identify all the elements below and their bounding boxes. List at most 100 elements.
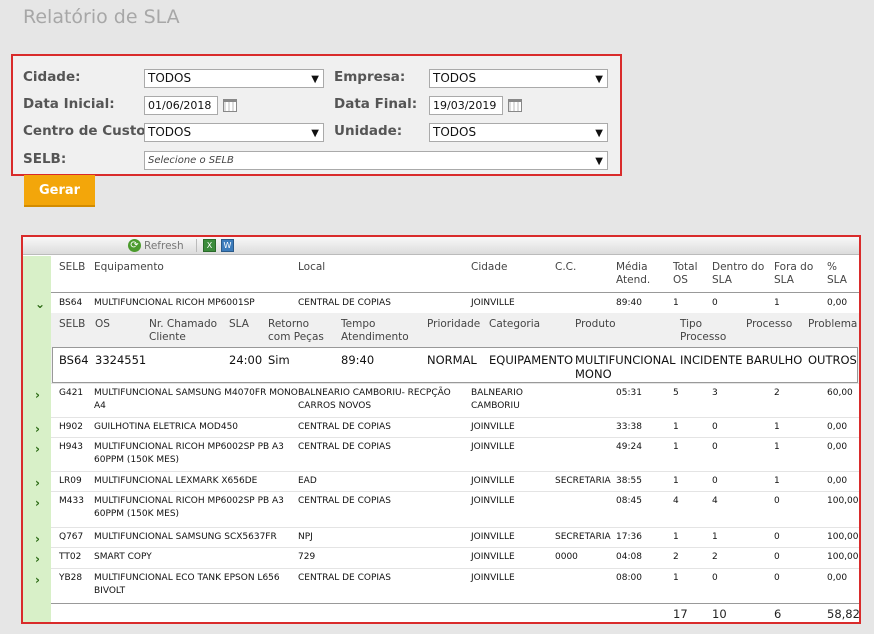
row-total: 5	[673, 388, 679, 398]
row-cidade-line: JOINVILLE	[471, 476, 515, 486]
sub-col-processo[interactable]: Processo	[746, 318, 792, 331]
export-word-icon[interactable]: W	[221, 239, 234, 252]
centro-custo-select[interactable]: TODOS ▼	[144, 123, 324, 142]
row-media: 38:55	[616, 476, 642, 486]
sub-produto-line1: MULTIFUNCIONAL	[575, 353, 676, 367]
expand-chevron-icon[interactable]: ›	[35, 476, 40, 490]
cidade-select[interactable]: TODOS ▼	[144, 69, 324, 88]
grid-toolbar: ⟳ Refresh X W	[23, 237, 859, 255]
row-selb: H943	[59, 442, 83, 452]
row-local: 729	[298, 551, 315, 564]
row-local-line: CENTRAL DE COPIAS	[298, 496, 391, 506]
col-equipamento[interactable]: Equipamento	[94, 261, 164, 274]
row-equipamento: MULTIFUNCIONAL SAMSUNG M4070FR MONO A4	[94, 387, 298, 413]
expand-chevron-icon[interactable]: ›	[35, 442, 40, 456]
calendar-icon[interactable]	[223, 99, 237, 112]
col-media[interactable]: Média Atend.	[616, 261, 650, 287]
row-total: 1	[673, 476, 679, 486]
expand-chevron-icon[interactable]: ›	[35, 496, 40, 510]
row-dentro: 4	[712, 496, 718, 506]
row-local-line: CENTRAL DE COPIAS	[298, 422, 391, 432]
row-equipamento: GUILHOTINA ELETRICA MOD450	[94, 421, 238, 434]
export-excel-icon[interactable]: X	[203, 239, 216, 252]
col-dentro[interactable]: Dentro do SLA	[712, 261, 764, 287]
sub-col-chamado-line1: Nr. Chamado	[149, 318, 218, 330]
sub-col-os[interactable]: OS	[95, 318, 110, 331]
col-media-line1: Média	[616, 261, 648, 273]
row-divider	[51, 471, 859, 472]
row-cidade-line: JOINVILLE	[471, 496, 515, 506]
expand-column	[23, 256, 51, 622]
centro-custo-label: Centro de Custo:	[23, 123, 151, 139]
refresh-icon: ⟳	[128, 239, 141, 252]
calendar-icon[interactable]	[508, 99, 522, 112]
row-media: 08:00	[616, 573, 642, 583]
centro-custo-value: TODOS	[148, 125, 192, 139]
row-equipamento: MULTIFUNCIONAL ECO TANK EPSON L656 BIVOLT	[94, 572, 280, 598]
refresh-button[interactable]: ⟳ Refresh	[128, 239, 184, 252]
sub-col-retorno[interactable]: Retorno com Peças	[268, 318, 324, 344]
row-pct: 0,00	[827, 476, 848, 486]
row-local-line: CARROS NOVOS	[298, 401, 372, 411]
row-cidade: JOINVILLE	[471, 298, 515, 308]
expand-chevron-icon[interactable]: ›	[35, 388, 40, 402]
sub-col-selb[interactable]: SELB	[59, 318, 85, 331]
col-cidade[interactable]: Cidade	[471, 261, 507, 274]
expand-chevron-icon[interactable]: ›	[35, 422, 40, 436]
row-equipamento: MULTIFUNCIONAL RICOH MP6002SP PB A3 60PPM…	[94, 441, 284, 467]
empresa-select[interactable]: TODOS ▼	[429, 69, 608, 88]
col-total-line2: OS	[673, 274, 688, 286]
data-inicial-input[interactable]: 01/06/2018	[144, 96, 218, 115]
sub-col-tempo-line2: Atendimento	[341, 331, 409, 343]
gerar-button[interactable]: Gerar	[24, 175, 95, 207]
sub-col-tempo[interactable]: Tempo Atendimento	[341, 318, 409, 344]
collapse-chevron-icon[interactable]: ⌄	[35, 297, 45, 311]
total-fora: 6	[774, 607, 782, 621]
cidade-label: Cidade:	[23, 69, 81, 85]
row-media: 17:36	[616, 532, 642, 542]
row-cidade-line: CAMBORIU	[471, 401, 520, 411]
col-local[interactable]: Local	[298, 261, 325, 274]
row-cc: 0000	[555, 552, 578, 562]
sub-col-categoria[interactable]: Categoria	[489, 318, 540, 331]
row-total: 2	[673, 552, 679, 562]
row-cidade: JOINVILLE	[471, 495, 515, 508]
row-fora: 1	[774, 298, 780, 308]
sub-col-tipo[interactable]: Tipo Processo	[680, 318, 726, 344]
expand-chevron-icon[interactable]: ›	[35, 552, 40, 566]
sub-col-sla[interactable]: SLA	[229, 318, 249, 331]
data-final-label: Data Final:	[334, 96, 418, 112]
row-fora: 0	[774, 552, 780, 562]
unidade-select[interactable]: TODOS ▼	[429, 123, 608, 142]
row-divider	[51, 491, 859, 492]
sub-col-produto[interactable]: Produto	[575, 318, 616, 331]
row-equipamento-line: MULTIFUNCIONAL ECO TANK EPSON L656	[94, 573, 280, 583]
row-equipamento-line: MULTIFUNCIONAL RICOH MP6002SP PB A3	[94, 496, 284, 506]
row-total: 1	[673, 422, 679, 432]
col-selb[interactable]: SELB	[59, 261, 85, 274]
col-total[interactable]: Total OS	[673, 261, 698, 287]
col-cc[interactable]: C.C.	[555, 261, 576, 274]
col-fora[interactable]: Fora do SLA	[774, 261, 813, 287]
sub-col-chamado[interactable]: Nr. Chamado Cliente	[149, 318, 217, 344]
row-pct: 0,00	[827, 442, 848, 452]
sla-grid: ⟳ Refresh X W SELB Equipamento Local Cid…	[21, 235, 861, 624]
col-pct[interactable]: % SLA	[827, 261, 847, 287]
selb-select[interactable]: Selecione o SELB ▼	[144, 151, 608, 170]
col-total-line1: Total	[673, 261, 698, 273]
data-final-input[interactable]: 19/03/2019	[429, 96, 503, 115]
row-media: 08:45	[616, 496, 642, 506]
filter-panel: Cidade: TODOS ▼ Empresa: TODOS ▼ Data In…	[11, 54, 622, 176]
sub-col-problema[interactable]: Problema	[808, 318, 857, 331]
row-selb: BS64	[59, 298, 83, 308]
row-equipamento-line: MULTIFUNCIONAL SAMSUNG SCX5637FR	[94, 532, 277, 542]
dropdown-arrow-icon: ▼	[595, 128, 603, 139]
row-local-line: NPJ	[298, 532, 313, 542]
sub-prioridade: NORMAL	[427, 353, 477, 367]
expand-chevron-icon[interactable]: ›	[35, 573, 40, 587]
row-divider	[51, 527, 859, 528]
sub-col-prioridade[interactable]: Prioridade	[427, 318, 480, 331]
row-total: 4	[673, 496, 679, 506]
toolbar-divider	[196, 239, 197, 252]
expand-chevron-icon[interactable]: ›	[35, 532, 40, 546]
